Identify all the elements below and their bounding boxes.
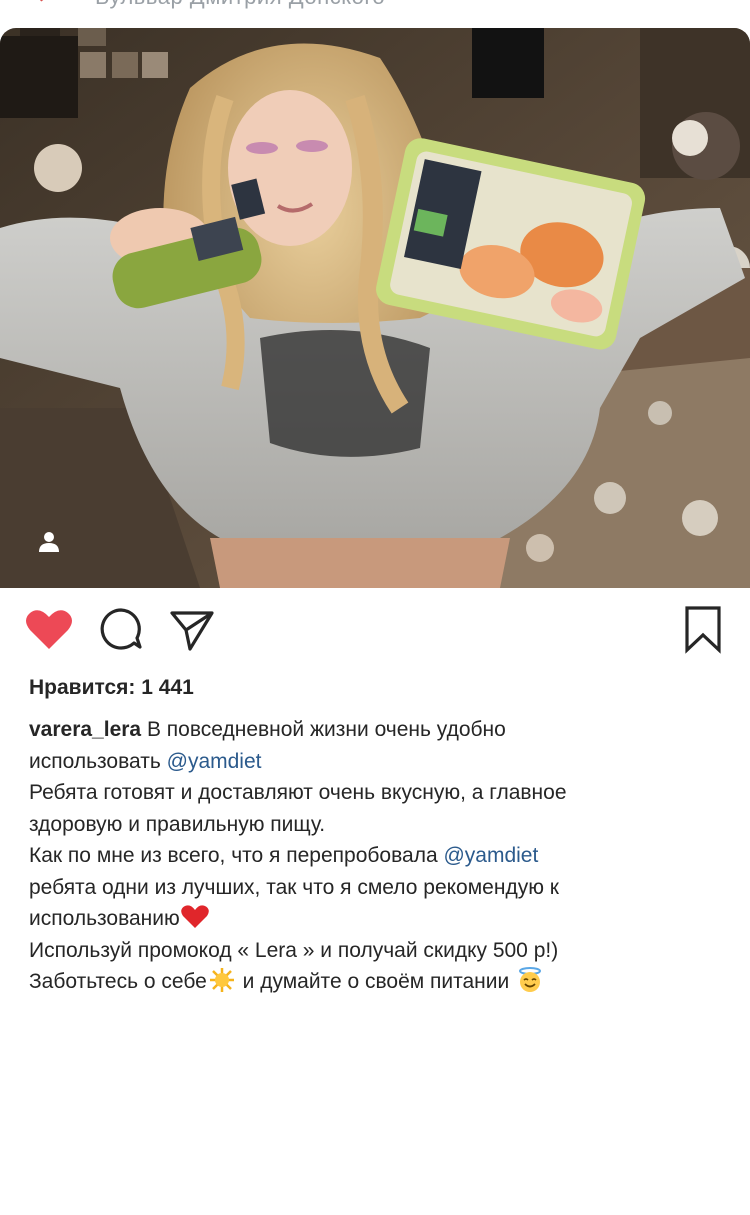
- caption-line-1: varera_lera В повседневной жизни очень у…: [29, 714, 719, 746]
- caption-username[interactable]: varera_lera: [29, 718, 141, 741]
- top-header-partial: Бульвар Дмитрия Донского: [0, 0, 750, 28]
- mention-link[interactable]: @yamdiet: [167, 750, 262, 773]
- caption-line-2: использовать @yamdiet: [29, 746, 719, 778]
- caption-line-6: ребята одни из лучших, так что я смело р…: [29, 875, 559, 899]
- caption-line-8: Используй промокод « Lera » и получай ск…: [29, 938, 559, 962]
- caption-line-3: Ребята готовят и доставляют очень вкусну…: [29, 781, 567, 804]
- paper-plane-icon[interactable]: [166, 603, 216, 657]
- user-tag-icon[interactable]: [36, 528, 62, 554]
- caption-text: В повседневной жизни очень удобно: [141, 718, 506, 741]
- caption-line-4: здоровую и правильную пищу.: [29, 812, 326, 836]
- post-actions-bar: [0, 603, 750, 659]
- caption-text: и думайте о своём питании: [236, 970, 516, 993]
- post-image: [0, 28, 750, 588]
- header-partial-text: Бульвар Дмитрия Донского: [95, 0, 385, 10]
- red-heart-emoji-icon: [180, 905, 209, 928]
- caption-text: Как по мне из всего, что я перепробовала: [29, 844, 444, 867]
- caption-line-9: Заботьтесь о себе и думайте о своём пита…: [29, 966, 719, 998]
- bookmark-icon[interactable]: [678, 603, 728, 657]
- post-photo[interactable]: [0, 28, 750, 588]
- caption-text: использовать: [29, 749, 167, 773]
- sun-emoji-icon: [209, 968, 234, 992]
- caption-text: использованию: [29, 907, 180, 930]
- likes-count[interactable]: Нравится: 1 441: [29, 676, 194, 700]
- comment-bubble-icon[interactable]: [96, 603, 146, 657]
- mention-link[interactable]: @yamdiet: [443, 844, 538, 867]
- heart-filled-icon[interactable]: [24, 603, 74, 657]
- metro-logo-icon: [40, 0, 44, 2]
- caption-line-5: Как по мне из всего, что я перепробовала…: [29, 840, 719, 872]
- post-caption: varera_lera В повседневной жизни очень у…: [29, 714, 719, 998]
- caption-line-7: использованию: [29, 903, 719, 935]
- caption-text: Заботьтесь о себе: [29, 970, 207, 993]
- smiling-face-with-halo-emoji-icon: [519, 967, 542, 992]
